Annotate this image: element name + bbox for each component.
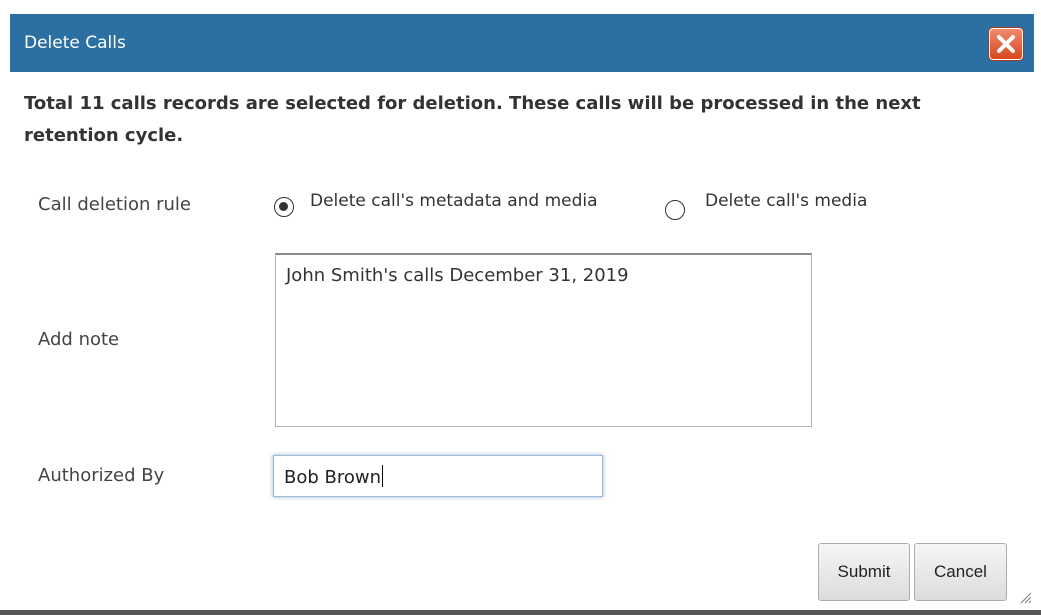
text-caret <box>382 465 384 487</box>
close-button[interactable] <box>989 28 1023 60</box>
top-strip <box>0 0 1041 10</box>
authorized-by-input[interactable]: Bob Brown <box>273 455 603 497</box>
authorized-by-value: Bob Brown <box>284 467 382 488</box>
dialog-title: Delete Calls <box>24 33 126 53</box>
resize-grip-icon[interactable] <box>1018 590 1032 604</box>
submit-button[interactable]: Submit <box>818 543 910 601</box>
note-textarea[interactable]: John Smith's calls December 31, 2019 <box>275 253 812 427</box>
radio-media-only[interactable] <box>665 200 685 220</box>
authorized-by-label: Authorized By <box>38 465 165 486</box>
deletion-rule-label: Call deletion rule <box>38 194 191 215</box>
radio-media-only-label[interactable]: Delete call's media <box>705 191 867 211</box>
radio-metadata-and-media-label[interactable]: Delete call's metadata and media <box>310 191 598 211</box>
bottom-border <box>0 610 1041 615</box>
cancel-button[interactable]: Cancel <box>914 543 1007 601</box>
add-note-label: Add note <box>38 329 120 350</box>
close-icon <box>997 35 1015 53</box>
radio-selected-dot <box>279 202 288 211</box>
radio-metadata-and-media[interactable] <box>274 197 294 217</box>
dialog-titlebar[interactable]: Delete Calls <box>10 14 1034 72</box>
delete-calls-dialog: Delete Calls Total 11 calls records are … <box>0 0 1041 615</box>
selection-message: Total 11 calls records are selected for … <box>24 93 921 146</box>
